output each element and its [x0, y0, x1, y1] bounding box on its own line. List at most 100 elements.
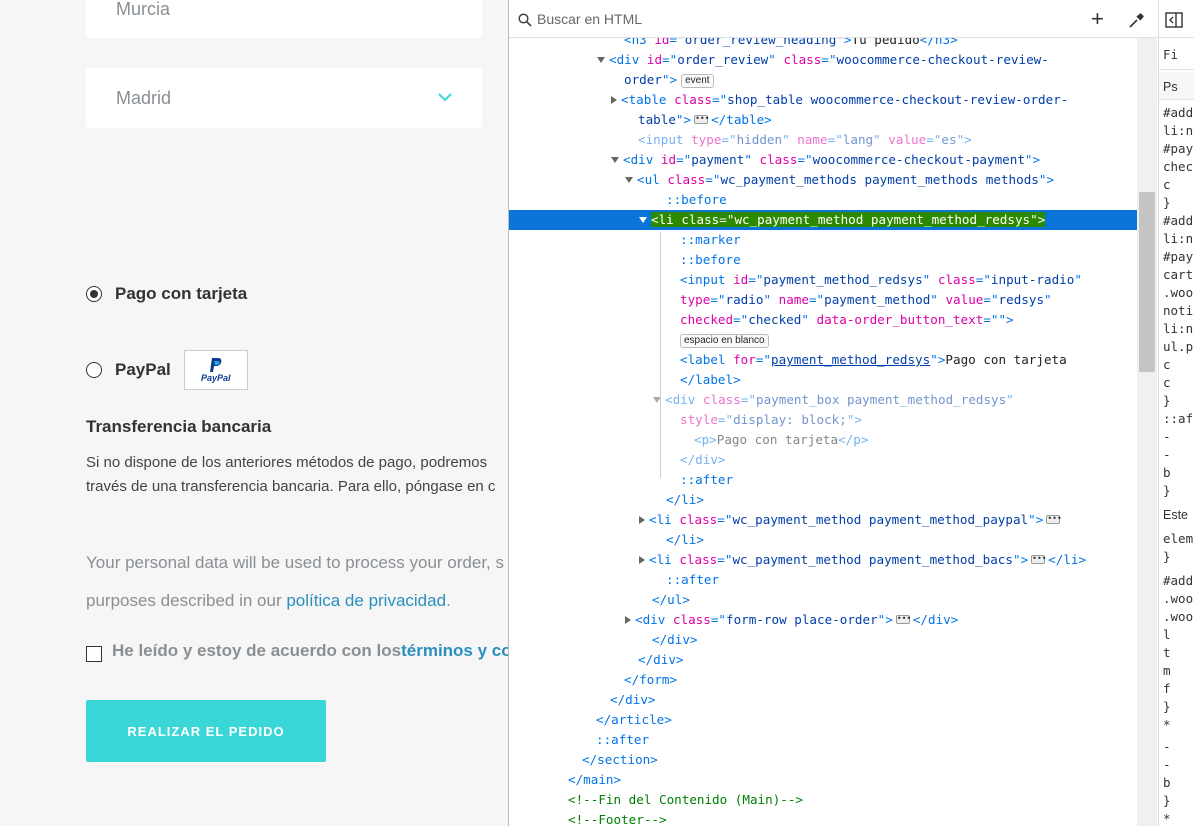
- markup-node[interactable]: ::after: [509, 570, 1137, 590]
- markup-token: ">: [1024, 152, 1041, 167]
- place-order-button[interactable]: REALIZAR EL PEDIDO: [86, 700, 326, 762]
- expand-arrow-icon[interactable]: [611, 156, 619, 163]
- rule-line: Este: [1163, 508, 1189, 522]
- city-field[interactable]: Murcia: [86, 0, 482, 38]
- markup-token: <ul: [637, 172, 668, 187]
- paypal-radio[interactable]: [86, 362, 102, 378]
- markup-node[interactable]: </form>: [509, 670, 1137, 690]
- toggle-pane-icon[interactable]: [1165, 12, 1183, 28]
- markup-node[interactable]: type="radio" name="payment_method" value…: [509, 290, 1137, 310]
- markup-node[interactable]: ::after: [509, 730, 1137, 750]
- markup-token: </div>: [638, 652, 684, 667]
- markup-node-selected[interactable]: <li class="wc_payment_method payment_met…: [509, 210, 1137, 230]
- collapse-arrow-icon[interactable]: [625, 615, 631, 624]
- markup-token: type: [691, 132, 722, 147]
- markup-token: =": [926, 132, 942, 147]
- markup-token: =": [808, 292, 825, 307]
- add-node-button[interactable]: +: [1091, 8, 1104, 30]
- markup-token: <label: [680, 352, 734, 367]
- markup-node[interactable]: <div class="payment_box payment_method_r…: [509, 390, 1137, 410]
- expand-ellipsis-icon[interactable]: •••: [895, 615, 911, 624]
- eyedropper-icon[interactable]: [1127, 12, 1145, 30]
- terms-link[interactable]: términos y co: [401, 641, 508, 661]
- rule-line: }: [1163, 699, 1171, 714]
- payment-option-card[interactable]: Pago con tarjeta: [86, 284, 247, 304]
- markup-node[interactable]: </label>: [509, 370, 1137, 390]
- expand-ellipsis-icon[interactable]: •••: [1046, 515, 1062, 524]
- markup-node[interactable]: </main>: [509, 770, 1137, 790]
- markup-node[interactable]: </div>: [509, 450, 1137, 470]
- markup-node[interactable]: style="display: block;">: [509, 410, 1137, 430]
- rule-line: b: [1163, 465, 1171, 480]
- markup-node[interactable]: </article>: [509, 710, 1137, 730]
- markup-node[interactable]: <table class="shop_table woocommerce-che…: [509, 90, 1137, 110]
- markup-token: =": [717, 552, 733, 567]
- markup-node[interactable]: </section>: [509, 750, 1137, 770]
- markup-node[interactable]: order"> event: [509, 70, 1137, 90]
- markup-node[interactable]: <label for="payment_method_redsys">Pago …: [509, 350, 1137, 370]
- markup-token: table: [638, 112, 676, 127]
- collapse-arrow-icon[interactable]: [611, 95, 617, 104]
- markup-node[interactable]: ::marker: [509, 230, 1137, 250]
- markup-token: =": [705, 172, 721, 187]
- collapse-arrow-icon[interactable]: [639, 515, 645, 524]
- markup-node[interactable]: checked="checked" data-order_button_text…: [509, 310, 1137, 330]
- markup-node[interactable]: <li class="wc_payment_method payment_met…: [509, 510, 1137, 530]
- html-search-input[interactable]: [537, 11, 1057, 27]
- collapse-arrow-icon[interactable]: [639, 555, 645, 564]
- inspector-toolbar: +: [509, 0, 1157, 38]
- rule-line: *: [1163, 811, 1171, 826]
- markup-node[interactable]: </li>: [509, 490, 1137, 510]
- region-select[interactable]: Madrid: [86, 68, 482, 128]
- markup-token: type: [680, 292, 711, 307]
- expand-ellipsis-icon[interactable]: •••: [1031, 555, 1047, 564]
- markup-token: ">: [1012, 552, 1029, 567]
- markup-node[interactable]: <li class="wc_payment_method payment_met…: [509, 550, 1137, 570]
- expand-arrow-icon[interactable]: [597, 56, 605, 63]
- markup-token: </li>: [1048, 552, 1087, 567]
- markup-node[interactable]: <!--Fin del Contenido (Main)-->: [509, 790, 1137, 810]
- markup-token: ">: [675, 112, 692, 127]
- privacy-policy-link[interactable]: política de privacidad: [286, 591, 446, 610]
- terms-checkbox[interactable]: [86, 646, 102, 662]
- markup-node[interactable]: </div>: [509, 630, 1137, 650]
- markup-token: ">: [877, 612, 893, 627]
- markup-node[interactable]: table"> ••• </table>: [509, 110, 1137, 130]
- expand-arrow-icon[interactable]: [639, 216, 647, 223]
- devtools-panel: <h3 id="order_review_heading">Tu pedido<…: [508, 0, 1194, 826]
- payment-option-paypal[interactable]: PayPal PayPal: [86, 350, 248, 390]
- markup-token: </div>: [680, 452, 726, 467]
- markup-token: ": [1006, 392, 1014, 407]
- markup-token: name: [778, 292, 809, 307]
- scrollbar-thumb[interactable]: [1139, 192, 1155, 372]
- expand-ellipsis-icon[interactable]: •••: [694, 115, 710, 124]
- markup-scrollbar[interactable]: [1137, 38, 1157, 826]
- markup-node[interactable]: <div id="order_review" class="woocommerc…: [509, 50, 1137, 70]
- markup-token: </li>: [666, 532, 704, 547]
- markup-node[interactable]: </div>: [509, 690, 1137, 710]
- markup-node[interactable]: <input type="hidden" name="lang" value="…: [509, 130, 1137, 150]
- markup-token: =": [821, 52, 837, 67]
- markup-node[interactable]: <ul class="wc_payment_methods payment_me…: [509, 170, 1137, 190]
- markup-node[interactable]: ::before: [509, 250, 1137, 270]
- markup-node[interactable]: ::after: [509, 470, 1137, 490]
- markup-node[interactable]: espacio en blanco: [509, 330, 1137, 350]
- markup-token: ::marker: [680, 232, 741, 247]
- markup-node[interactable]: <p>Pago con tarjeta</p>: [509, 430, 1137, 450]
- markup-token: wc_payment_method payment_method_paypal: [732, 512, 1029, 527]
- markup-node[interactable]: </ul>: [509, 590, 1137, 610]
- markup-node[interactable]: <div id="payment" class="woocommerce-che…: [509, 150, 1137, 170]
- markup-node[interactable]: </li>: [509, 530, 1137, 550]
- markup-node[interactable]: <input id="payment_method_redsys" class=…: [509, 270, 1137, 290]
- markup-node[interactable]: </div>: [509, 650, 1137, 670]
- markup-node[interactable]: <!--Footer-->: [509, 810, 1137, 826]
- markup-badge[interactable]: espacio en blanco: [680, 333, 769, 348]
- markup-badge[interactable]: event: [681, 73, 714, 88]
- expand-arrow-icon[interactable]: [625, 176, 633, 183]
- markup-node[interactable]: ::before: [509, 190, 1137, 210]
- markup-token: ": [1074, 272, 1082, 287]
- markup-token: =": [710, 292, 726, 307]
- card-radio[interactable]: [86, 286, 102, 302]
- markup-token: payment_method: [824, 292, 931, 307]
- markup-node[interactable]: <div class="form-row place-order"> ••• </d…: [509, 610, 1137, 630]
